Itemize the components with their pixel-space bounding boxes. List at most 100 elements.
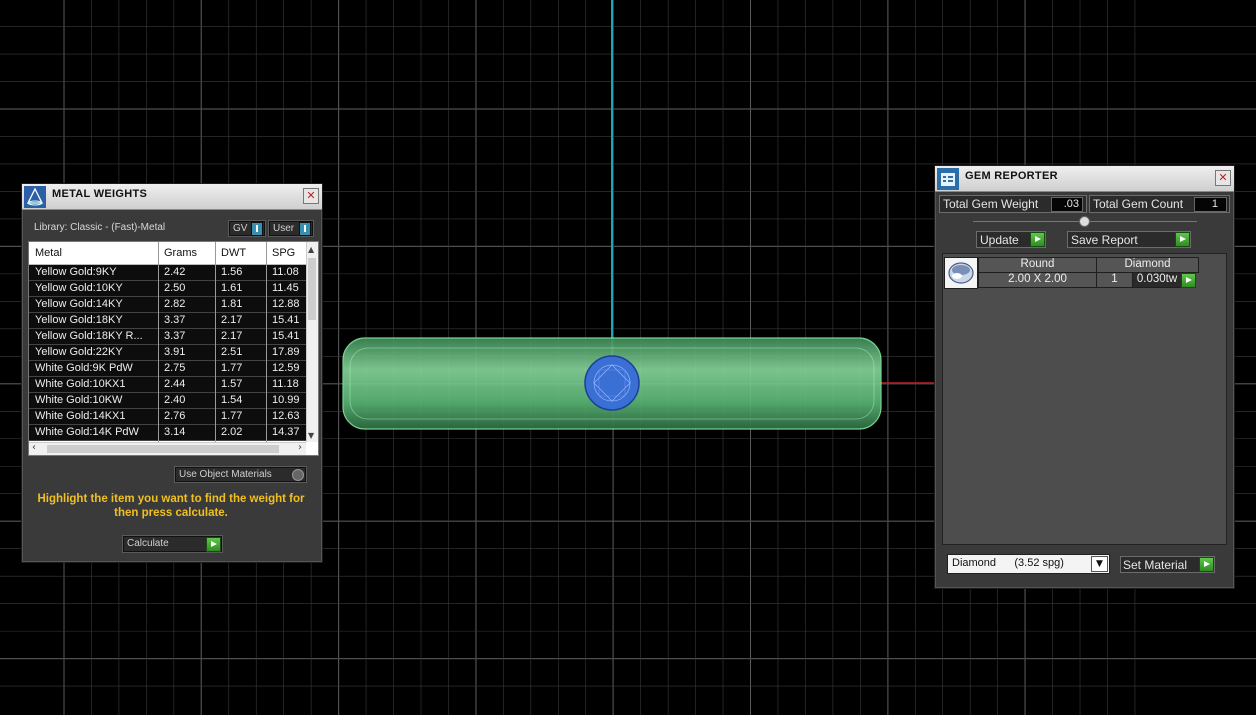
diamond-stone bbox=[584, 355, 640, 411]
metal-weights-title-bar[interactable]: METAL WEIGHTS ✕ bbox=[22, 184, 322, 210]
set-material-button[interactable]: Set Material bbox=[1120, 556, 1215, 573]
table-row[interactable]: Yellow Gold:18KY 3.37 2.17 15.41 bbox=[29, 313, 306, 329]
gem-reporter-title-bar[interactable]: GEM REPORTER ✕ bbox=[935, 166, 1234, 192]
cell-grams: 2.40 bbox=[164, 394, 186, 406]
gv-label: GV bbox=[233, 223, 248, 234]
cell-dwt: 1.54 bbox=[221, 394, 243, 406]
table-row[interactable]: White Gold:9K PdW 2.75 1.77 12.59 bbox=[29, 361, 306, 377]
cell-grams: 2.42 bbox=[164, 266, 186, 278]
close-icon[interactable]: ✕ bbox=[1215, 170, 1231, 186]
material-select-value: Diamond (3.52 spg) bbox=[952, 557, 1064, 569]
cell-grams: 3.91 bbox=[164, 346, 186, 358]
table-row[interactable]: Yellow Gold:10KY 2.50 1.61 11.45 bbox=[29, 281, 306, 297]
table-row[interactable]: White Gold:14KX1 2.76 1.77 12.63 bbox=[29, 409, 306, 425]
cell-spg: 17.89 bbox=[272, 346, 300, 358]
horizontal-scrollbar[interactable]: ‹ › bbox=[29, 442, 306, 455]
table-row[interactable]: White Gold:14K PdW 3.14 2.02 14.37 bbox=[29, 425, 306, 441]
cell-spg: 12.88 bbox=[272, 298, 300, 310]
table-row[interactable]: White Gold:10KX1 2.44 1.57 11.18 bbox=[29, 377, 306, 393]
instruction-text: Highlight the item you want to find the … bbox=[37, 493, 305, 519]
save-report-button[interactable]: Save Report bbox=[1067, 231, 1191, 248]
cell-metal: Yellow Gold:9KY bbox=[35, 266, 117, 278]
metal-table: Metal Grams DWT SPG Yellow Gold:9KY 2.42 1… bbox=[28, 241, 319, 456]
cell-grams: 2.50 bbox=[164, 282, 186, 294]
set-material-label: Set Material bbox=[1123, 558, 1188, 572]
vertical-scroll-thumb[interactable] bbox=[308, 258, 316, 320]
cell-metal: Yellow Gold:22KY bbox=[35, 346, 123, 358]
column-header-spg[interactable]: SPG bbox=[272, 247, 295, 259]
play-icon[interactable] bbox=[1181, 273, 1196, 288]
table-row[interactable]: Yellow Gold:22KY 3.91 2.51 17.89 bbox=[29, 345, 306, 361]
play-icon bbox=[1175, 232, 1190, 247]
cell-spg: 15.41 bbox=[272, 314, 300, 326]
cell-metal: Yellow Gold:18KY bbox=[35, 314, 123, 326]
cell-spg: 15.41 bbox=[272, 330, 300, 342]
cell-metal: White Gold:10KX1 bbox=[35, 378, 126, 390]
cell-dwt: 1.81 bbox=[221, 298, 243, 310]
cell-spg: 14.37 bbox=[272, 426, 300, 438]
column-header-grams[interactable]: Grams bbox=[164, 247, 197, 259]
total-gem-weight-value: .03 bbox=[1051, 197, 1083, 212]
cell-spg: 11.08 bbox=[272, 266, 299, 278]
material-select[interactable]: Diamond (3.52 spg) ▼ bbox=[947, 554, 1110, 574]
cell-dwt: 2.02 bbox=[221, 426, 243, 438]
vertical-scrollbar[interactable]: ▲ ▼ bbox=[306, 242, 318, 442]
gem-reporter-icon bbox=[937, 168, 959, 190]
scroll-left-icon[interactable]: ‹ bbox=[32, 442, 36, 453]
cell-grams: 3.37 bbox=[164, 330, 186, 342]
cell-dwt: 2.51 bbox=[221, 346, 243, 358]
use-object-materials-toggle[interactable]: Use Object Materials bbox=[175, 467, 306, 482]
table-row[interactable]: White Gold:10KW 2.40 1.54 10.99 bbox=[29, 393, 306, 409]
cell-dwt: 2.17 bbox=[221, 330, 243, 342]
gv-toggle[interactable]: GV bbox=[229, 221, 265, 236]
total-gem-count-field: Total Gem Count 1 bbox=[1089, 195, 1230, 213]
total-gem-weight-label: Total Gem Weight bbox=[943, 197, 1039, 211]
column-header-metal[interactable]: Metal bbox=[35, 247, 62, 259]
update-label: Update bbox=[980, 233, 1019, 247]
user-label: User bbox=[273, 223, 295, 234]
save-report-label: Save Report bbox=[1071, 233, 1138, 247]
dropdown-arrow-icon[interactable]: ▼ bbox=[1091, 556, 1108, 572]
gem-size-cell: 2.00 X 2.00 bbox=[978, 272, 1097, 288]
user-toggle[interactable]: User bbox=[269, 221, 313, 236]
splitter-handle[interactable] bbox=[1079, 216, 1090, 227]
column-divider bbox=[158, 242, 159, 455]
toggle-icon bbox=[251, 222, 263, 236]
table-row[interactable]: Yellow Gold:18KY R... 3.37 2.17 15.41 bbox=[29, 329, 306, 345]
scroll-right-icon[interactable]: › bbox=[298, 442, 302, 453]
gem-reporter-title: GEM REPORTER bbox=[965, 170, 1058, 182]
scroll-down-icon[interactable]: ▼ bbox=[308, 431, 316, 440]
use-object-materials-label: Use Object Materials bbox=[179, 469, 272, 480]
column-header-dwt[interactable]: DWT bbox=[221, 247, 246, 259]
update-button[interactable]: Update bbox=[976, 231, 1046, 248]
cell-metal: White Gold:9K PdW bbox=[35, 362, 133, 374]
toggle-icon bbox=[292, 469, 304, 481]
horizontal-scroll-thumb[interactable] bbox=[47, 445, 279, 453]
cell-grams: 3.37 bbox=[164, 314, 186, 326]
calculate-button[interactable]: Calculate bbox=[123, 536, 222, 552]
cell-spg: 12.59 bbox=[272, 362, 300, 374]
cell-grams: 2.44 bbox=[164, 378, 186, 390]
gem-type-cell: Diamond bbox=[1096, 257, 1199, 273]
metal-weights-icon bbox=[24, 186, 46, 208]
cell-metal: Yellow Gold:14KY bbox=[35, 298, 123, 310]
cell-spg: 12.63 bbox=[272, 410, 300, 422]
metal-weights-title: METAL WEIGHTS bbox=[52, 188, 148, 200]
gem-thumbnail-icon bbox=[944, 257, 978, 289]
cell-dwt: 1.77 bbox=[221, 410, 243, 422]
cell-metal: White Gold:14K PdW bbox=[35, 426, 139, 438]
cell-grams: 2.82 bbox=[164, 298, 186, 310]
scroll-up-icon[interactable]: ▲ bbox=[308, 245, 316, 254]
total-gem-count-label: Total Gem Count bbox=[1093, 197, 1184, 211]
table-row[interactable]: Yellow Gold:14KY 2.82 1.81 12.88 bbox=[29, 297, 306, 313]
gem-reporter-panel: GEM REPORTER ✕ Total Gem Weight .03 Tota… bbox=[934, 165, 1235, 589]
cell-dwt: 2.17 bbox=[221, 314, 243, 326]
close-icon[interactable]: ✕ bbox=[303, 188, 319, 204]
cell-dwt: 1.61 bbox=[221, 282, 243, 294]
cell-dwt: 1.56 bbox=[221, 266, 243, 278]
gem-row[interactable]: Round Diamond 2.00 X 2.00 1 0.030tw bbox=[944, 257, 1206, 289]
table-row[interactable]: Yellow Gold:9KY 2.42 1.56 11.08 bbox=[29, 265, 306, 281]
cell-metal: Yellow Gold:10KY bbox=[35, 282, 123, 294]
gem-list: Round Diamond 2.00 X 2.00 1 0.030tw bbox=[942, 253, 1227, 545]
gem-count-cell: 1 bbox=[1096, 272, 1133, 288]
